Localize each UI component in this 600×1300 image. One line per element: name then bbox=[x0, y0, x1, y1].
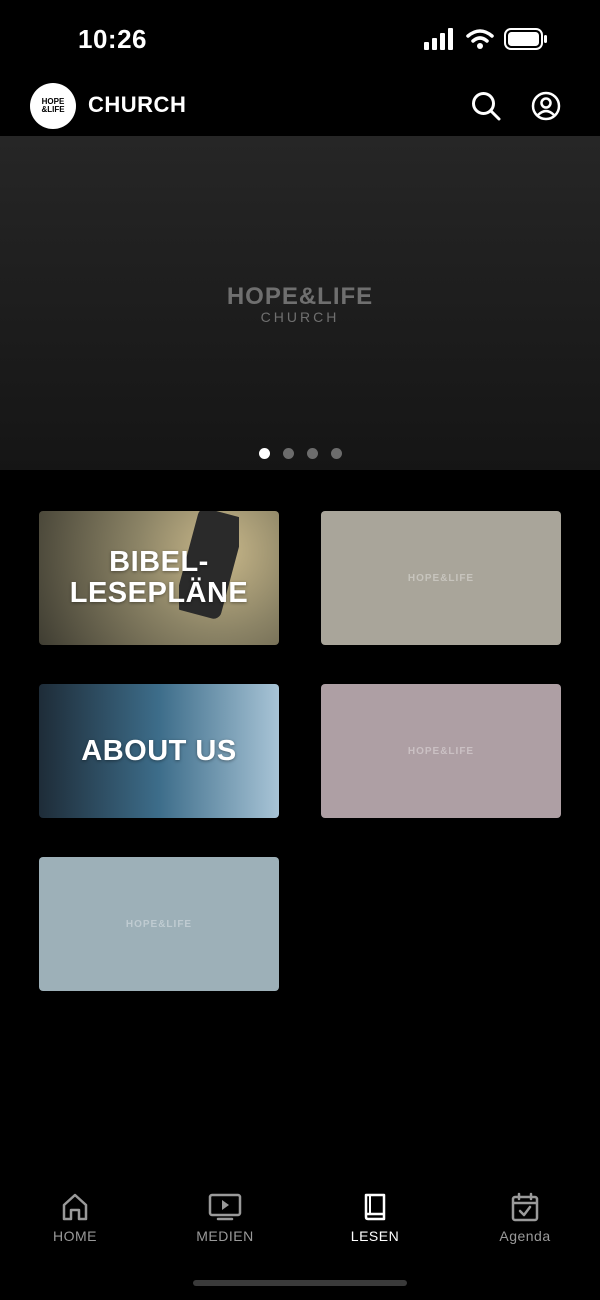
carousel-dot[interactable] bbox=[306, 448, 318, 459]
nav-agenda[interactable]: Agenda bbox=[450, 1192, 600, 1244]
nav-read[interactable]: LESEN bbox=[300, 1192, 450, 1244]
tile-bible-plans[interactable]: BIBEL- LESEPLÄNE bbox=[39, 511, 279, 645]
nav-home[interactable]: HOME bbox=[0, 1192, 150, 1244]
nav-label: HOME bbox=[53, 1228, 97, 1244]
hero-logo-sub: CHURCH bbox=[260, 309, 340, 325]
tile-label: ABOUT US bbox=[81, 734, 237, 767]
calendar-icon bbox=[511, 1192, 539, 1222]
nav-media[interactable]: MEDIEN bbox=[150, 1192, 300, 1244]
wifi-icon bbox=[466, 29, 494, 49]
carousel-dots bbox=[0, 448, 600, 459]
tile-placeholder[interactable]: HOPE&LIFE bbox=[321, 684, 561, 818]
carousel-dot[interactable] bbox=[330, 448, 342, 459]
tile-watermark: HOPE&LIFE bbox=[125, 918, 193, 930]
logo-line2: &LIFE bbox=[41, 105, 65, 114]
tv-icon bbox=[208, 1193, 242, 1221]
tile-watermark: HOPE&LIFE bbox=[407, 572, 475, 584]
home-icon bbox=[62, 1193, 88, 1221]
tile-watermark: HOPE&LIFE bbox=[407, 745, 475, 757]
signal-icon bbox=[424, 28, 453, 50]
nav-label: MEDIEN bbox=[196, 1228, 254, 1244]
search-icon bbox=[472, 92, 501, 121]
carousel-dot[interactable] bbox=[258, 448, 270, 459]
home-indicator bbox=[193, 1280, 407, 1286]
tile-placeholder[interactable]: HOPE&LIFE bbox=[321, 511, 561, 645]
status-time: 10:26 bbox=[78, 24, 147, 54]
battery-icon bbox=[504, 28, 547, 50]
profile-icon bbox=[531, 91, 561, 121]
profile-button[interactable] bbox=[529, 89, 563, 123]
nav-label: LESEN bbox=[350, 1228, 400, 1244]
app-title: CHURCH bbox=[88, 92, 187, 117]
status-icons bbox=[424, 28, 548, 50]
hero-logo-main: HOPE&LIFE bbox=[226, 283, 374, 310]
tile-about-us[interactable]: ABOUT US bbox=[39, 684, 279, 818]
nav-label: Agenda bbox=[499, 1228, 551, 1244]
tile-label: BIBEL- LESEPLÄNE bbox=[69, 546, 249, 609]
church-logo[interactable]: HOPE &LIFE bbox=[30, 83, 76, 129]
tile-placeholder[interactable]: HOPE&LIFE bbox=[39, 857, 279, 991]
carousel-dot[interactable] bbox=[282, 448, 294, 459]
search-button[interactable] bbox=[469, 89, 503, 123]
book-icon bbox=[364, 1193, 386, 1221]
